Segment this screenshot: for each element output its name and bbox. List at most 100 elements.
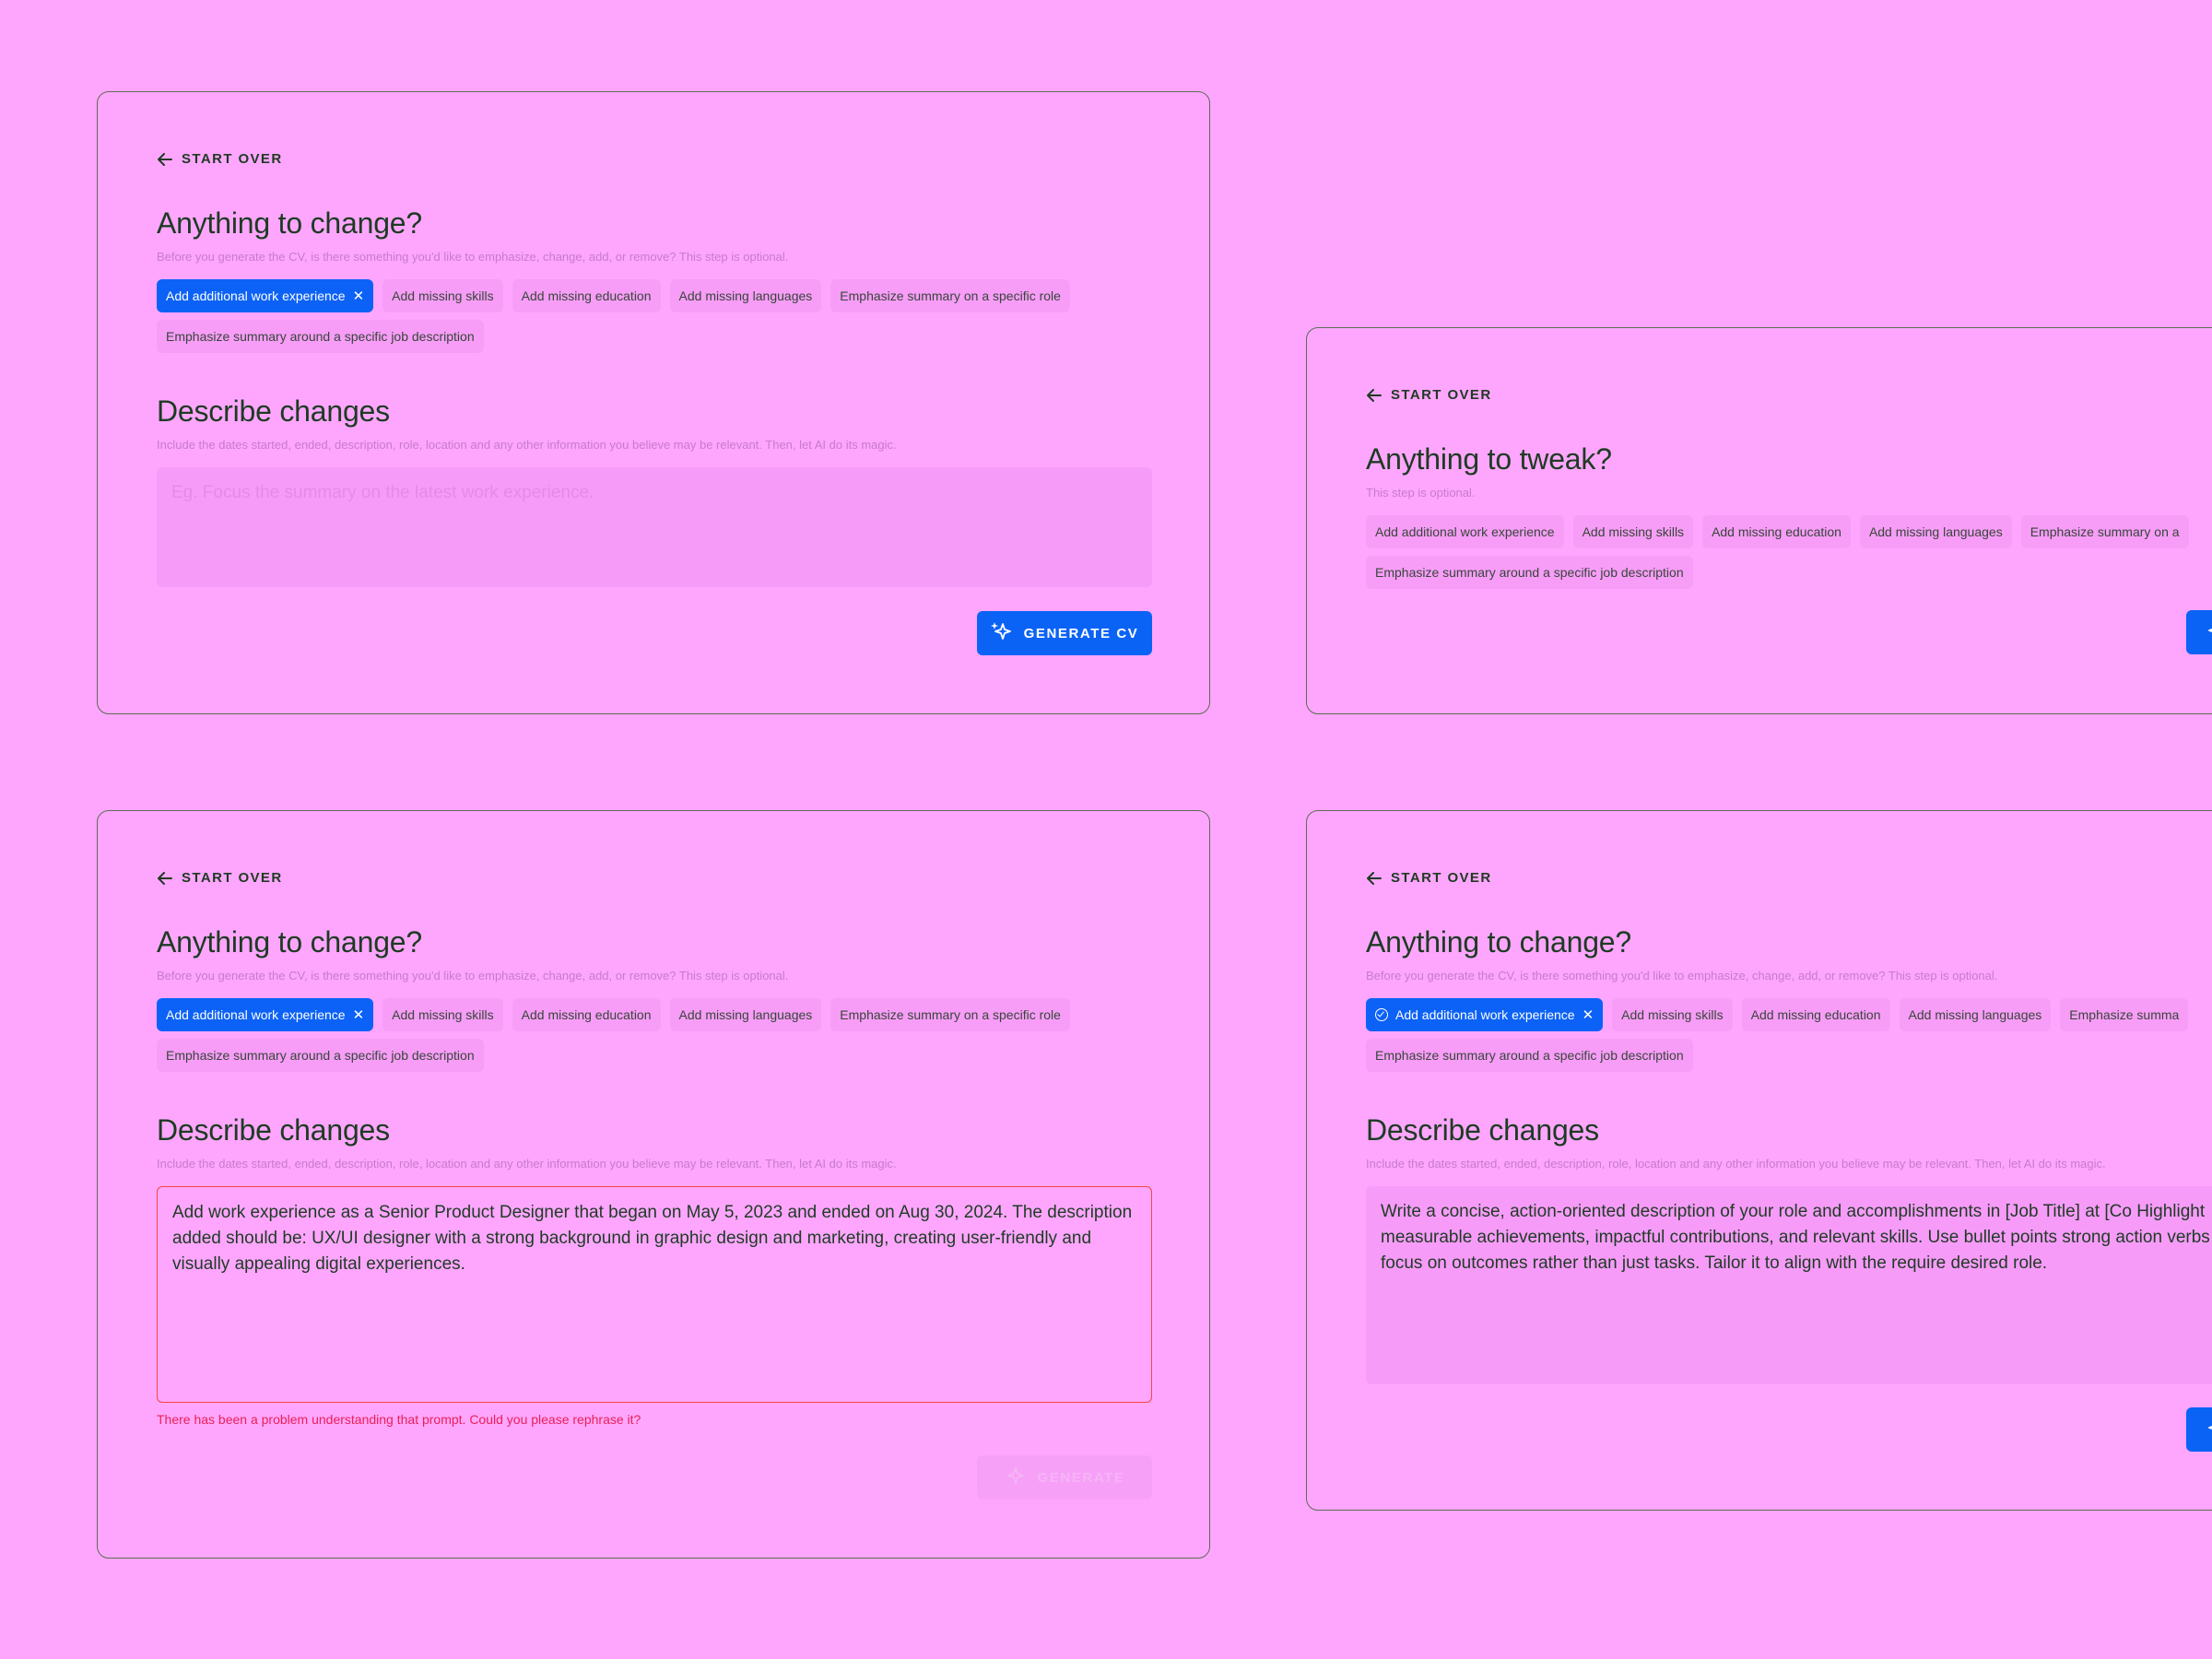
start-over-link[interactable]: START OVER: [1367, 870, 1492, 886]
chip-add-missing-languages[interactable]: Add missing languages: [1899, 998, 2052, 1031]
arrow-left-icon: [1367, 871, 1382, 885]
chip-label: Emphasize summary around a specific job …: [1375, 1048, 1684, 1063]
section-title: Anything to tweak?: [1366, 442, 1612, 476]
chip-label: Emphasize summary on a specific role: [840, 1007, 1061, 1022]
chip-label: Emphasize summa: [2069, 1007, 2180, 1022]
chip-add-missing-languages[interactable]: Add missing languages: [1859, 515, 2012, 548]
chip-add-missing-education[interactable]: Add missing education: [1702, 515, 1851, 548]
describe-subtitle: Include the dates started, ended, descri…: [157, 438, 897, 452]
chip-emphasize-role[interactable]: Emphasize summa: [2060, 998, 2189, 1031]
chip-row-2: Emphasize summary around a specific job …: [157, 320, 484, 353]
arrow-left-icon: [158, 871, 172, 885]
sparkles-icon: [990, 621, 1013, 645]
start-over-label: START OVER: [182, 151, 283, 167]
chip-add-missing-languages[interactable]: Add missing languages: [669, 279, 822, 312]
chip-row-1: Add additional work experience ✕ Add mis…: [1366, 998, 2189, 1031]
generate-cv-button[interactable]: [2186, 610, 2212, 654]
section-title: Anything to change?: [157, 206, 422, 240]
chip-emphasize-job-description[interactable]: Emphasize summary around a specific job …: [157, 1039, 484, 1072]
card-filled: START OVER Anything to change? Before yo…: [1306, 810, 2212, 1511]
chip-label: Add missing languages: [678, 288, 813, 303]
describe-textarea[interactable]: Eg. Focus the summary on the latest work…: [157, 467, 1152, 587]
section-subtitle: This step is optional.: [1366, 486, 1476, 500]
chip-label: Add missing education: [521, 288, 652, 303]
chip-emphasize-job-description[interactable]: Emphasize summary around a specific job …: [157, 320, 484, 353]
describe-title: Describe changes: [157, 394, 390, 428]
sparkles-icon: [1004, 1465, 1026, 1489]
close-icon[interactable]: ✕: [353, 1008, 365, 1022]
generate-cv-button[interactable]: GENERATE CV: [977, 611, 1152, 655]
start-over-link[interactable]: START OVER: [158, 870, 283, 886]
describe-title: Describe changes: [157, 1113, 390, 1147]
close-icon[interactable]: ✕: [1583, 1008, 1594, 1022]
chip-emphasize-role[interactable]: Emphasize summary on a specific role: [830, 998, 1070, 1031]
generate-cv-button[interactable]: [2186, 1407, 2212, 1452]
chip-emphasize-job-description[interactable]: Emphasize summary around a specific job …: [1366, 556, 1693, 589]
chip-row-2: Emphasize summary around a specific job …: [1366, 1039, 1693, 1072]
chip-label: Add missing languages: [678, 1007, 813, 1022]
describe-textarea[interactable]: Write a concise, action-oriented descrip…: [1366, 1186, 2212, 1384]
error-message: There has been a problem understanding t…: [157, 1412, 641, 1427]
arrow-left-icon: [158, 152, 172, 166]
chip-add-missing-skills[interactable]: Add missing skills: [382, 998, 503, 1031]
section-subtitle: Before you generate the CV, is there som…: [157, 250, 789, 264]
chip-label: Add missing languages: [1868, 524, 2003, 539]
describe-subtitle: Include the dates started, ended, descri…: [1366, 1157, 2106, 1171]
start-over-link[interactable]: START OVER: [158, 151, 283, 167]
section-subtitle: Before you generate the CV, is there som…: [1366, 969, 1998, 982]
chip-label: Add missing education: [521, 1007, 652, 1022]
chip-label: Emphasize summary on a: [2030, 524, 2180, 539]
chip-add-missing-education[interactable]: Add missing education: [512, 279, 661, 312]
chip-add-missing-skills[interactable]: Add missing skills: [1612, 998, 1733, 1031]
chip-label: Add additional work experience: [166, 1007, 346, 1022]
chip-add-work-experience[interactable]: Add additional work experience ✕: [157, 998, 374, 1031]
describe-subtitle: Include the dates started, ended, descri…: [157, 1157, 897, 1171]
chip-label: Add missing education: [1712, 524, 1841, 539]
sparkles-icon: [2205, 1418, 2212, 1441]
chip-label: Add missing languages: [1908, 1007, 2042, 1022]
chip-emphasize-role[interactable]: Emphasize summary on a specific role: [830, 279, 1070, 312]
start-over-label: START OVER: [182, 870, 283, 886]
card-default: START OVER Anything to change? Before yo…: [97, 91, 1210, 714]
card-error: START OVER Anything to change? Before yo…: [97, 810, 1210, 1559]
card-tweak: START OVER Anything to tweak? This step …: [1306, 327, 2212, 714]
chip-label: Add additional work experience: [1375, 524, 1555, 539]
chip-add-missing-education[interactable]: Add missing education: [1741, 998, 1890, 1031]
chip-label: Add additional work experience: [1395, 1007, 1575, 1022]
chip-label: Emphasize summary around a specific job …: [1375, 565, 1684, 580]
chip-label: Add missing education: [1750, 1007, 1881, 1022]
chip-label: Emphasize summary on a specific role: [840, 288, 1061, 303]
check-circle-icon: [1375, 1008, 1388, 1021]
chip-label: Add missing skills: [1582, 524, 1685, 539]
chip-row-2: Emphasize summary around a specific job …: [157, 1039, 484, 1072]
chip-row-1: Add additional work experience ✕ Add mis…: [157, 998, 1070, 1031]
start-over-link[interactable]: START OVER: [1367, 387, 1492, 403]
sparkles-icon: [2205, 620, 2212, 644]
section-title: Anything to change?: [1366, 925, 1631, 959]
generate-label: GENERATE CV: [1023, 625, 1139, 641]
chip-emphasize-job-description[interactable]: Emphasize summary around a specific job …: [1366, 1039, 1693, 1072]
chip-label: Emphasize summary around a specific job …: [166, 329, 475, 344]
chip-add-missing-skills[interactable]: Add missing skills: [382, 279, 503, 312]
generate-cv-button[interactable]: GENERATE: [977, 1455, 1152, 1500]
chip-row-2: Emphasize summary around a specific job …: [1366, 556, 1693, 589]
generate-label: GENERATE: [1037, 1469, 1125, 1486]
chip-emphasize-role[interactable]: Emphasize summary on a: [2020, 515, 2189, 548]
chip-row-1: Add additional work experience Add missi…: [1366, 515, 2189, 548]
chip-add-missing-education[interactable]: Add missing education: [512, 998, 661, 1031]
start-over-label: START OVER: [1391, 870, 1492, 886]
chip-row-1: Add additional work experience ✕ Add mis…: [157, 279, 1070, 312]
chip-label: Add missing skills: [1621, 1007, 1724, 1022]
chip-add-work-experience[interactable]: Add additional work experience ✕: [157, 279, 374, 312]
chip-add-missing-languages[interactable]: Add missing languages: [669, 998, 822, 1031]
describe-title: Describe changes: [1366, 1113, 1599, 1147]
arrow-left-icon: [1367, 388, 1382, 402]
close-icon[interactable]: ✕: [353, 289, 365, 303]
chip-add-missing-skills[interactable]: Add missing skills: [1572, 515, 1694, 548]
chip-add-work-experience[interactable]: Add additional work experience: [1366, 515, 1564, 548]
chip-label: Add additional work experience: [166, 288, 346, 303]
chip-label: Emphasize summary around a specific job …: [166, 1048, 475, 1063]
chip-add-work-experience[interactable]: Add additional work experience ✕: [1366, 998, 1604, 1031]
section-subtitle: Before you generate the CV, is there som…: [157, 969, 789, 982]
describe-textarea[interactable]: Add work experience as a Senior Product …: [157, 1186, 1152, 1403]
